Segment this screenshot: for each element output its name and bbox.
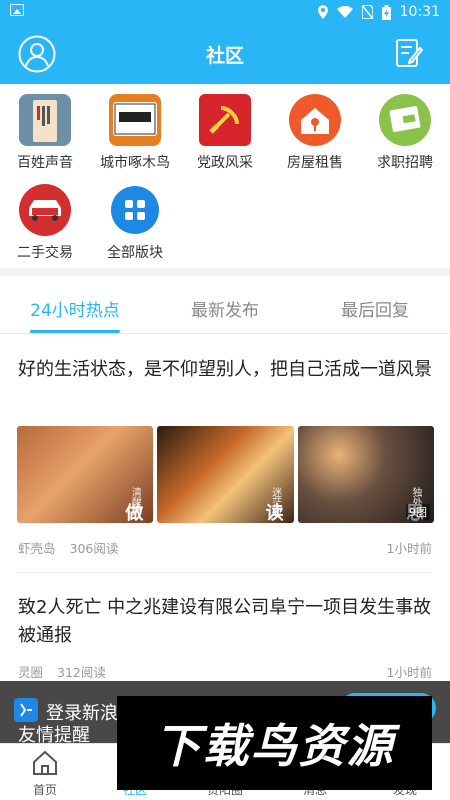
wifi-icon	[336, 6, 353, 18]
post-separator	[18, 572, 432, 573]
post-time: 1小时前	[386, 541, 432, 556]
battery-icon	[381, 4, 391, 20]
feed-post[interactable]: 好的生活状态，是不仰望别人，把自己活成一道风景 清醒时 做 迷茫时 读 独处时 …	[0, 356, 450, 571]
gallery-notification-icon	[10, 4, 24, 16]
category-label: 百姓声音	[17, 155, 73, 171]
home-icon	[33, 750, 57, 775]
nav-label: 首页	[32, 783, 57, 797]
grid-icon	[109, 184, 161, 236]
post-image[interactable]: 清醒时 做	[17, 426, 154, 523]
tab-latest[interactable]: 最新发布	[150, 276, 300, 333]
category-jobs[interactable]: 求职招聘	[360, 94, 450, 172]
image-caption-large: 读	[262, 503, 284, 521]
app-header: 社区	[0, 24, 450, 84]
app-logo-icon	[14, 698, 38, 722]
watermark: 下载鸟资源	[117, 696, 432, 790]
category-woodpecker[interactable]: 城市啄木鸟	[90, 94, 180, 172]
monument-icon	[19, 94, 71, 146]
category-secondhand[interactable]: 二手交易	[0, 184, 90, 262]
edit-document-icon	[396, 39, 424, 67]
post-title: 致2人死亡 中之兆建设有限公司阜宁一项目发生事故被通报	[18, 597, 432, 646]
category-label: 全部版块	[107, 245, 163, 261]
post-title: 好的生活状态，是不仰望别人，把自己活成一道风景	[18, 359, 432, 380]
woodpecker-sign-icon	[109, 94, 161, 146]
category-label: 二手交易	[17, 245, 73, 261]
page-title: 社区	[205, 44, 244, 67]
house-key-icon	[289, 94, 341, 146]
category-label: 房屋租售	[287, 155, 343, 171]
post-time: 1小时前	[386, 665, 432, 680]
category-house[interactable]: 房屋租售	[270, 94, 360, 172]
section-divider	[0, 268, 450, 276]
status-bar: 10:31	[0, 0, 450, 24]
post-reads: 306阅读	[69, 541, 119, 556]
post-meta: 灵圈 312阅读 1小时前	[18, 662, 432, 681]
tab-last-reply[interactable]: 最后回复	[300, 276, 450, 333]
category-grid: 百姓声音 城市啄木鸟 党政风采 房屋租售 求职招聘 二手交易 全部版块	[0, 84, 450, 268]
location-icon	[317, 5, 328, 19]
category-label: 城市啄木鸟	[100, 155, 170, 171]
category-all[interactable]: 全部版块	[90, 184, 180, 262]
category-party[interactable]: 党政风采	[180, 94, 270, 172]
category-label: 党政风采	[197, 155, 253, 171]
feed-post[interactable]: 致2人死亡 中之兆建设有限公司阜宁一项目发生事故被通报 灵圈 312阅读 1小时…	[0, 594, 450, 680]
clock: 10:31	[399, 4, 440, 20]
post-image[interactable]: 独处时 思 9图	[297, 426, 434, 523]
used-car-icon	[19, 184, 71, 236]
post-images: 清醒时 做 迷茫时 读 独处时 思 9图	[17, 426, 434, 523]
job-card-icon	[379, 94, 431, 146]
feed-tabs: 24小时热点 最新发布 最后回复	[0, 276, 450, 334]
tab-24h-hot[interactable]: 24小时热点	[0, 276, 150, 333]
post-image[interactable]: 迷茫时 读	[157, 426, 294, 523]
no-sim-icon	[361, 5, 373, 19]
user-avatar-icon	[18, 35, 56, 73]
nav-home[interactable]: 首页	[0, 744, 90, 800]
party-emblem-icon	[199, 94, 251, 146]
image-caption-large: 做	[122, 503, 144, 521]
post-source: 灵圈	[18, 665, 44, 680]
compose-button[interactable]	[390, 34, 430, 74]
post-meta: 虾壳岛 306阅读 1小时前	[18, 538, 432, 557]
category-baixing[interactable]: 百姓声音	[0, 94, 90, 172]
image-count-badge: 9图	[405, 504, 430, 520]
watermark-text: 下载鸟资源	[154, 719, 395, 773]
category-label: 求职招聘	[377, 155, 433, 171]
post-reads: 312阅读	[57, 665, 106, 680]
avatar-button[interactable]	[17, 34, 57, 74]
post-source: 虾壳岛	[18, 541, 56, 556]
